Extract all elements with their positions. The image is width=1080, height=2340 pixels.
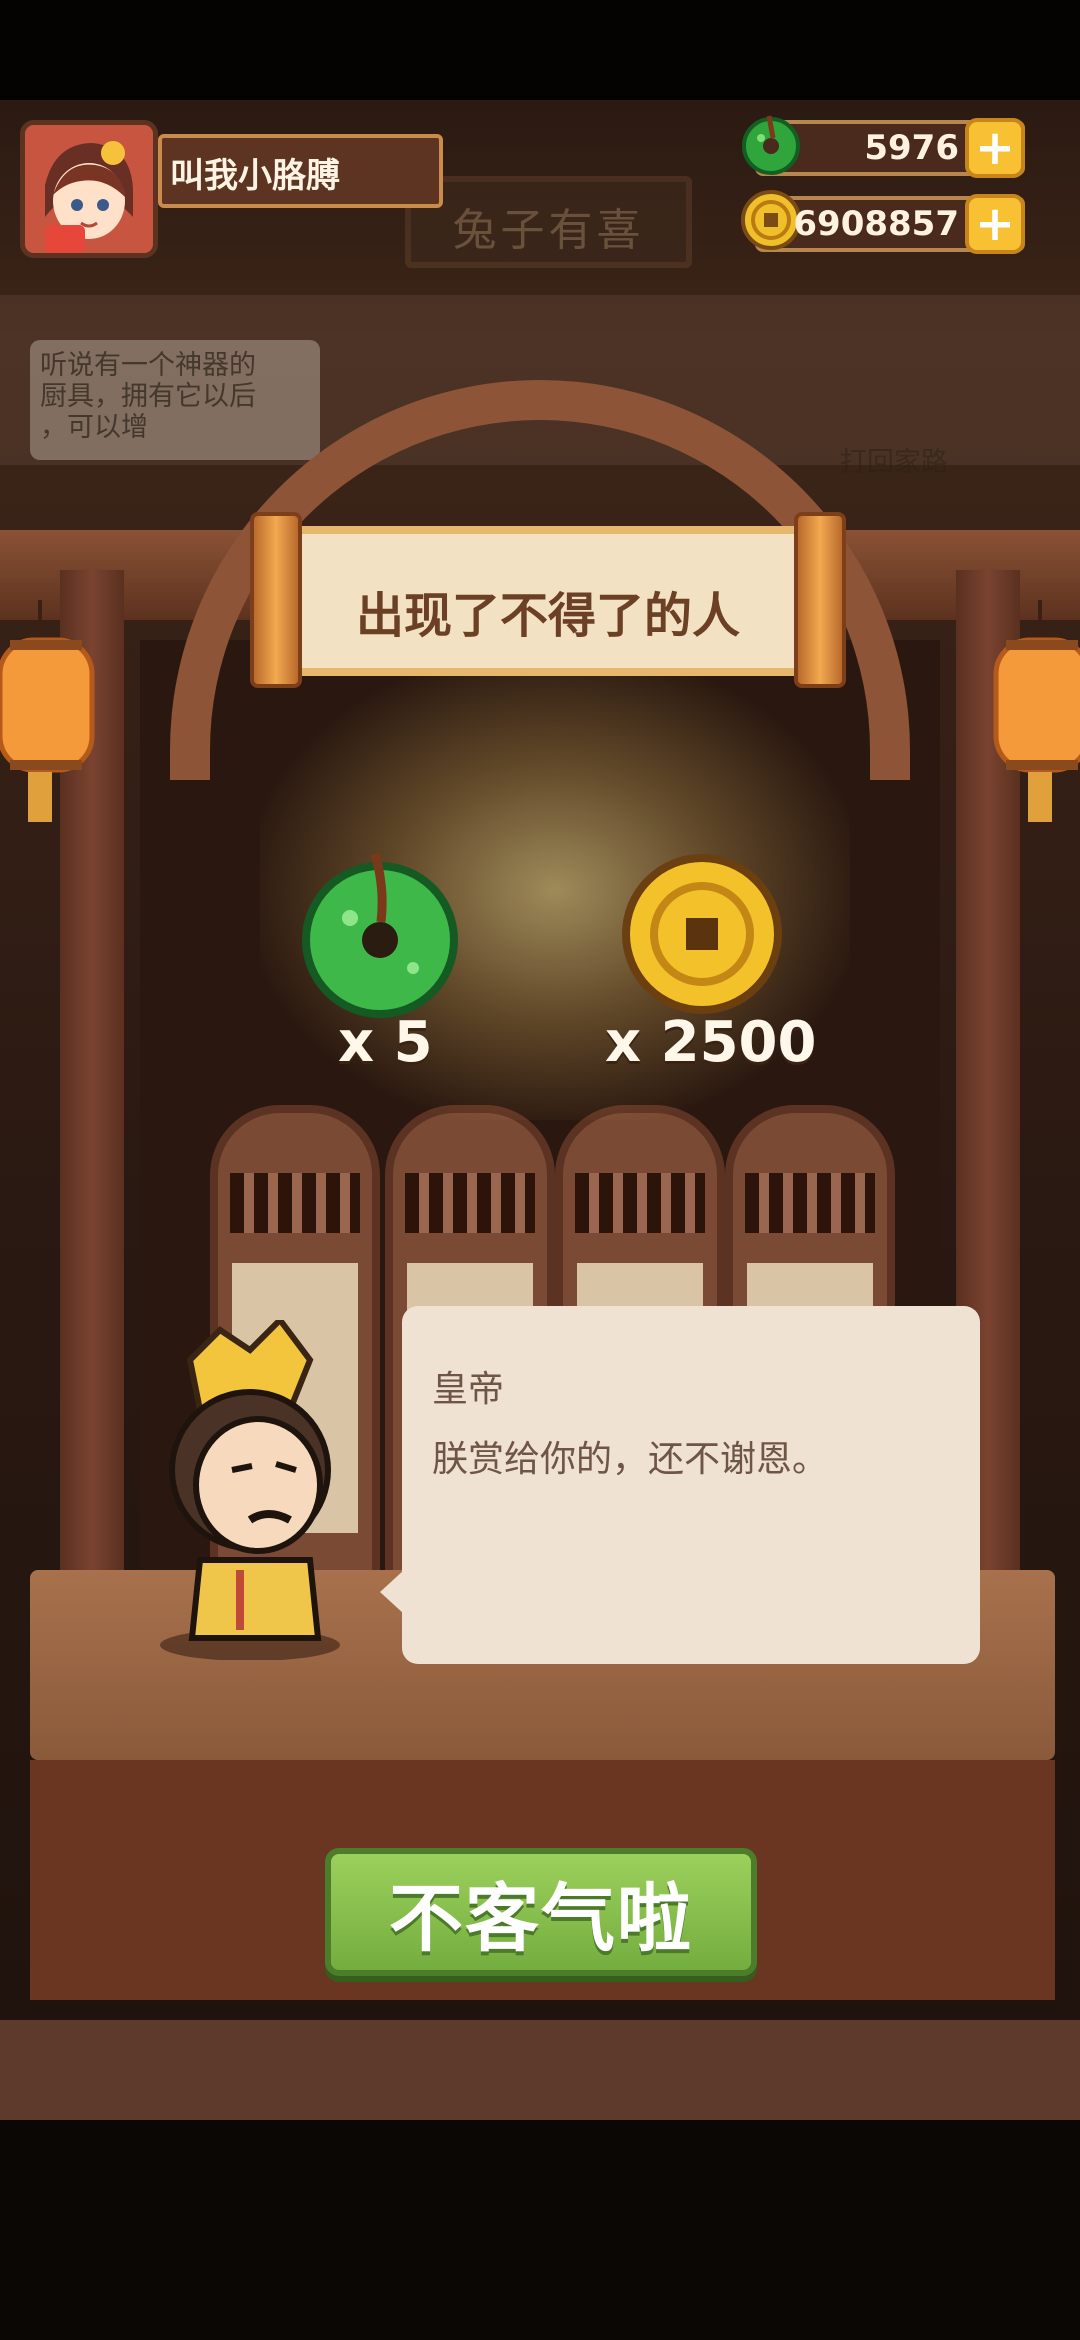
background-hint-text-right: 打回家路 xyxy=(840,447,948,478)
jade-amount: 5976 xyxy=(864,128,959,168)
scroll-paper: 出现了不得了的人 xyxy=(290,526,806,676)
jade-currency-bar: 5976 + xyxy=(742,115,1025,178)
lantern-icon xyxy=(993,600,1080,822)
scroll-rod-left xyxy=(250,512,302,688)
player-name: 叫我小胳膊 xyxy=(170,156,340,196)
background-shop-sign: 兔子有喜 xyxy=(405,176,692,268)
reward-coin xyxy=(620,852,784,1020)
player-name-plate: 叫我小胳膊 xyxy=(158,134,443,208)
top-status-area xyxy=(0,0,1080,100)
event-title: 出现了不得了的人 xyxy=(355,588,740,644)
dialogue-bubble-tail xyxy=(380,1570,404,1614)
reward-jade xyxy=(295,848,465,1022)
jade-icon xyxy=(302,852,458,1018)
dialogue-speaker: 皇帝 xyxy=(432,1369,505,1410)
scroll-rod-right xyxy=(794,512,846,688)
event-title-scroll: 出现了不得了的人 xyxy=(250,512,846,688)
add-jade-button[interactable]: + xyxy=(965,118,1025,178)
background-hint-text: 听说有一个神器的 厨具，拥有它以后 ，可以增 xyxy=(40,350,256,443)
dialogue-text: 朕赏给你的，还不谢恩。 xyxy=(432,1439,829,1480)
confirm-button-label: 不客气啦 xyxy=(389,1875,693,1962)
coin-amount: 6908857 xyxy=(793,204,959,244)
floor xyxy=(0,2020,1080,2120)
emperor-character-icon xyxy=(160,1320,340,1660)
coin-icon xyxy=(622,854,782,1014)
plus-icon: + xyxy=(974,196,1016,252)
plus-icon: + xyxy=(974,120,1016,176)
add-coin-button[interactable]: + xyxy=(965,194,1025,254)
lantern-icon xyxy=(0,600,95,822)
reward-coin-amount: x 2500 xyxy=(605,1010,817,1075)
player-avatar[interactable] xyxy=(20,120,158,258)
jade-icon xyxy=(742,115,800,175)
reward-jade-amount: x 5 xyxy=(338,1010,433,1075)
confirm-button[interactable]: 不客气啦 xyxy=(325,1848,757,1976)
avatar-portrait-icon xyxy=(25,125,153,253)
background-shop-sign-text: 兔子有喜 xyxy=(452,205,645,256)
coin-currency-bar: 6908857 + xyxy=(741,190,1025,254)
